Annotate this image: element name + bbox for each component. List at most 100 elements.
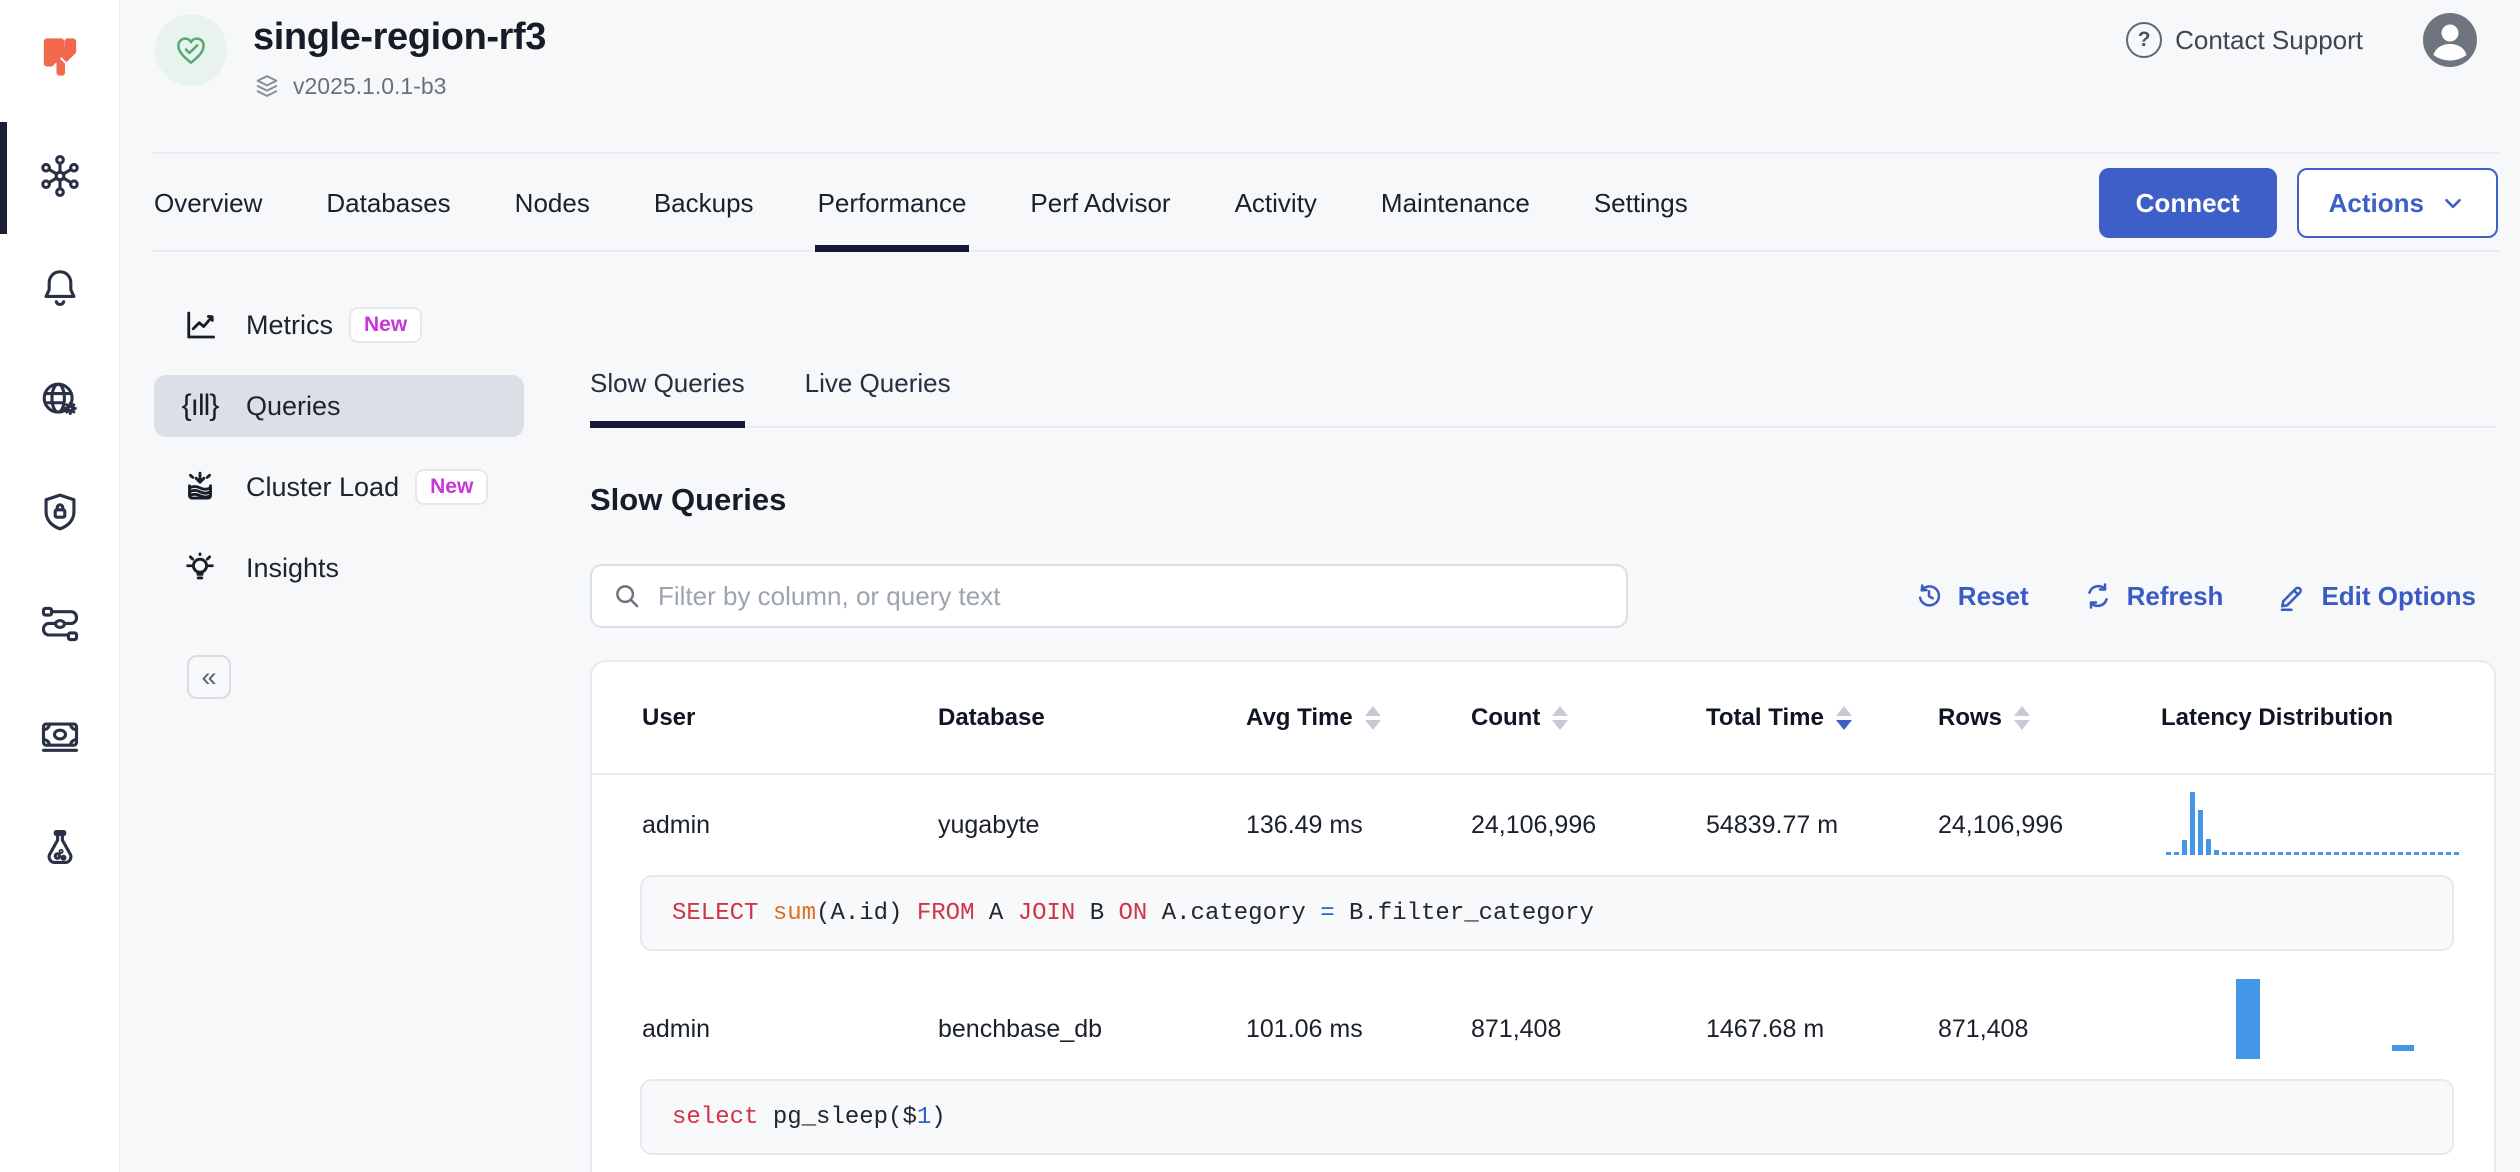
subnav-item-metrics[interactable]: Metrics New — [154, 294, 524, 356]
queries-braces-icon: {ıll} — [172, 389, 228, 423]
refresh-button[interactable]: Refresh — [2083, 581, 2224, 612]
bell-icon — [38, 266, 82, 315]
col-header-database: Database — [938, 704, 1246, 732]
layers-icon — [253, 72, 281, 100]
content-column: single-region-rf3 v2025.1.0.1-b3 ? Conta… — [120, 0, 2520, 1172]
connect-button[interactable]: Connect — [2099, 168, 2277, 238]
chevron-down-icon — [2440, 190, 2466, 216]
cluster-actions: Connect Actions — [2099, 168, 2498, 238]
query-row-group: admin benchbase_db 101.06 ms 871,408 146… — [592, 979, 2494, 1155]
refresh-label: Refresh — [2127, 581, 2224, 612]
insights-bulb-icon — [172, 550, 228, 586]
edit-options-button[interactable]: Edit Options — [2277, 581, 2476, 612]
latency-histogram — [2166, 775, 2466, 855]
rail-item-billing[interactable] — [0, 682, 119, 794]
search-icon — [612, 581, 642, 611]
table-toolbar: Reset Refresh — [1914, 581, 2476, 612]
cluster-tabs: Overview Databases Nodes Backups Perform… — [154, 154, 1688, 252]
refresh-icon — [2083, 581, 2113, 611]
app-root: single-region-rf3 v2025.1.0.1-b3 ? Conta… — [0, 0, 2520, 1172]
shield-lock-icon — [38, 490, 82, 539]
sidebar-collapse-button[interactable]: « — [187, 655, 231, 699]
help-icon: ? — [2126, 22, 2162, 58]
version-row: v2025.1.0.1-b3 — [253, 72, 546, 100]
rail-nav — [0, 122, 119, 906]
cell-count: 24,106,996 — [1471, 811, 1706, 840]
tab-settings[interactable]: Settings — [1594, 154, 1688, 252]
cluster-load-new-badge: New — [415, 469, 488, 505]
col-header-total-time[interactable]: Total Time — [1706, 704, 1938, 732]
contact-support-button[interactable]: ? Contact Support — [2126, 22, 2363, 58]
cell-database: benchbase_db — [938, 1015, 1246, 1044]
user-avatar[interactable] — [2423, 13, 2477, 67]
cluster-header: single-region-rf3 v2025.1.0.1-b3 ? Conta… — [120, 0, 2520, 154]
sort-icon — [2014, 706, 2030, 730]
queries-main: Slow Queries Live Queries Slow Queries — [590, 252, 2520, 1172]
tab-nodes[interactable]: Nodes — [515, 154, 590, 252]
col-header-avg-time[interactable]: Avg Time — [1246, 704, 1471, 732]
subnav-item-queries[interactable]: {ıll} Queries — [154, 375, 524, 437]
sort-icon — [1365, 706, 1381, 730]
subnav-label-queries: Queries — [246, 391, 341, 422]
col-header-rows[interactable]: Rows — [1938, 704, 2161, 732]
globe-gear-icon — [38, 378, 82, 427]
tab-backups[interactable]: Backups — [654, 154, 754, 252]
query-sql-snippet: select pg_sleep($1) — [640, 1079, 2454, 1155]
tab-activity[interactable]: Activity — [1235, 154, 1317, 252]
col-header-count[interactable]: Count — [1471, 704, 1706, 732]
actions-button[interactable]: Actions — [2297, 168, 2498, 238]
cluster-name: single-region-rf3 — [253, 16, 546, 59]
filter-row: Reset Refresh — [590, 564, 2496, 628]
performance-body: Metrics New {ıll} Queries — [120, 252, 2520, 1172]
cluster-load-icon — [172, 469, 228, 505]
subnav-item-cluster-load[interactable]: Cluster Load New — [154, 456, 524, 518]
performance-subnav: Metrics New {ıll} Queries — [120, 252, 590, 1172]
rail-item-alerts[interactable] — [0, 234, 119, 346]
reset-label: Reset — [1958, 581, 2029, 612]
yugabyte-logo-icon[interactable] — [34, 18, 86, 96]
rail-item-clusters[interactable] — [0, 122, 119, 234]
tab-overview[interactable]: Overview — [154, 154, 262, 252]
heart-check-icon — [170, 29, 212, 71]
table-header-row: User Database Avg Time Count — [592, 662, 2494, 775]
actions-label: Actions — [2329, 188, 2424, 219]
tab-slow-queries[interactable]: Slow Queries — [590, 368, 745, 426]
tab-maintenance[interactable]: Maintenance — [1381, 154, 1530, 252]
cell-avg-time: 136.49 ms — [1246, 811, 1471, 840]
filter-input[interactable] — [658, 581, 1606, 612]
cluster-tabbar: Overview Databases Nodes Backups Perform… — [120, 154, 2520, 252]
cell-total-time: 54839.77 m — [1706, 811, 1938, 840]
table-row[interactable]: admin benchbase_db 101.06 ms 871,408 146… — [592, 979, 2494, 1079]
tab-perf-advisor[interactable]: Perf Advisor — [1030, 154, 1170, 252]
metrics-new-badge: New — [349, 307, 422, 343]
cell-rows: 24,106,996 — [1938, 811, 2161, 840]
queries-tabs: Slow Queries Live Queries — [590, 368, 2496, 428]
icon-rail — [0, 0, 120, 1172]
edit-options-label: Edit Options — [2321, 581, 2476, 612]
cell-user: admin — [642, 811, 938, 840]
tab-live-queries[interactable]: Live Queries — [805, 368, 951, 426]
money-bill-icon — [38, 714, 82, 763]
sort-icon-desc-active — [1836, 706, 1852, 730]
rail-item-network[interactable] — [0, 346, 119, 458]
rail-item-labs[interactable] — [0, 794, 119, 906]
query-row-group: admin yugabyte 136.49 ms 24,106,996 5483… — [592, 775, 2494, 951]
slow-queries-table: User Database Avg Time Count — [590, 660, 2496, 1172]
rail-item-security[interactable] — [0, 458, 119, 570]
cell-user: admin — [642, 1015, 938, 1044]
contact-support-label: Contact Support — [2175, 25, 2363, 56]
cell-avg-time: 101.06 ms — [1246, 1015, 1471, 1044]
subnav-item-insights[interactable]: Insights — [154, 537, 524, 599]
reset-history-icon — [1914, 581, 1944, 611]
health-badge — [155, 14, 227, 86]
col-header-latency-distribution: Latency Distribution — [2161, 704, 2494, 732]
cell-rows: 871,408 — [1938, 1015, 2161, 1044]
reset-button[interactable]: Reset — [1914, 581, 2029, 612]
rail-item-integrations[interactable] — [0, 570, 119, 682]
cluster-version: v2025.1.0.1-b3 — [293, 73, 446, 100]
table-row[interactable]: admin yugabyte 136.49 ms 24,106,996 5483… — [592, 775, 2494, 875]
tab-performance[interactable]: Performance — [818, 154, 967, 252]
tab-databases[interactable]: Databases — [326, 154, 450, 252]
latency-histogram — [2166, 979, 2466, 1059]
subnav-label-insights: Insights — [246, 553, 339, 584]
